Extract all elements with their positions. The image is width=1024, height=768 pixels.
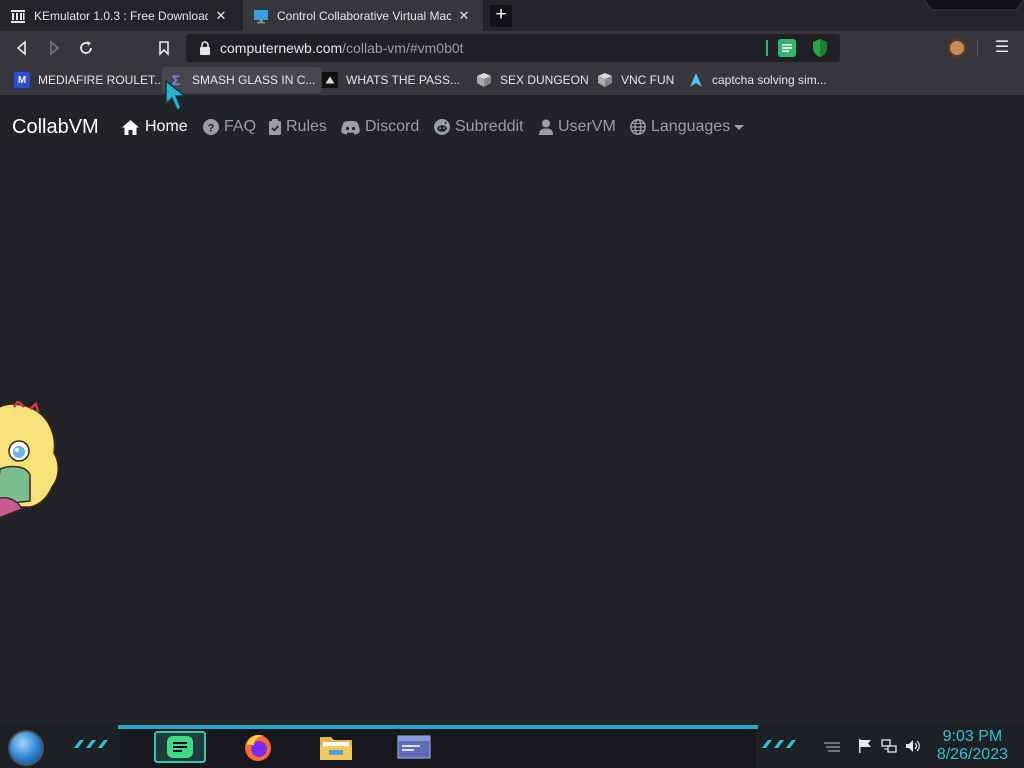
taskbar-clock[interactable]: 9:03 PM 8/26/2023	[937, 728, 1008, 764]
forward-icon[interactable]	[44, 38, 64, 58]
nav-label: UserVM	[558, 118, 616, 135]
cartoon-mascot-image	[0, 401, 59, 519]
close-icon[interactable]: ✕	[214, 8, 228, 24]
page-content: CollabVM Home ? FAQ Rules Discord Subred…	[0, 95, 1024, 725]
clipboard-icon	[269, 119, 281, 135]
bookmarks-bar: M MEDIAFIRE ROULET... Σ SMASH GLASS IN C…	[0, 65, 1024, 95]
mouse-cursor-icon	[165, 80, 188, 112]
screen: KEmulator 1.0.3 : Free Download, B ✕ Con…	[0, 0, 1024, 768]
tab-strip: KEmulator 1.0.3 : Free Download, B ✕ Con…	[0, 0, 1024, 31]
nav-label: Rules	[286, 118, 327, 135]
bookmark-mediafire[interactable]: M MEDIAFIRE ROULET...	[8, 67, 170, 93]
toolbar-separator	[977, 40, 978, 56]
back-icon[interactable]	[12, 38, 32, 58]
nav-label: FAQ	[224, 118, 257, 135]
address-bar[interactable]: computernewb.com/collab-vm/#vm0b0t	[186, 34, 840, 62]
notes-extension-icon[interactable]	[778, 39, 796, 57]
taskbar-firefox-app[interactable]	[232, 731, 284, 763]
archive-org-icon	[11, 9, 25, 23]
chevron-down-icon	[734, 124, 745, 130]
mediafire-icon: M	[14, 72, 30, 88]
volume-icon[interactable]	[905, 738, 921, 754]
tab-collabvm[interactable]: Control Collaborative Virtual Mach ✕	[243, 0, 483, 31]
vnc-icon	[476, 72, 492, 88]
monitor-icon	[254, 9, 268, 23]
taskbar-folder-app[interactable]	[310, 731, 362, 763]
extension-separator	[766, 40, 768, 56]
nav-label: Languages	[651, 118, 731, 135]
site-brand[interactable]: CollabVM	[12, 116, 99, 139]
nav-languages[interactable]: Languages	[630, 118, 745, 136]
nav-label: Subreddit	[455, 118, 524, 135]
bookmark-label: VNC FUN	[621, 73, 675, 87]
firefox-icon	[245, 735, 271, 761]
bookmark-vnc-fun[interactable]: VNC FUN	[591, 67, 680, 93]
nav-label: Discord	[365, 118, 420, 135]
nav-faq[interactable]: ? FAQ	[203, 118, 256, 136]
bookmark-label: SEX DUNGEON	[500, 73, 589, 87]
question-icon: ?	[203, 119, 219, 135]
home-icon	[122, 119, 139, 135]
close-icon[interactable]: ✕	[457, 8, 471, 24]
clock-time: 9:03 PM	[942, 728, 1003, 745]
notes-icon	[167, 736, 193, 758]
bookmark-label: captcha solving sim...	[712, 73, 827, 87]
taskbar-notes-app[interactable]	[154, 731, 206, 763]
nav-uservm[interactable]: UserVM	[539, 118, 616, 136]
menu-icon[interactable]: ☰	[994, 37, 1010, 57]
url-text: computernewb.com/collab-vm/#vm0b0t	[220, 40, 464, 56]
nav-rules[interactable]: Rules	[269, 118, 327, 136]
user-icon	[539, 119, 553, 135]
nav-discord[interactable]: Discord	[341, 118, 419, 136]
nav-home[interactable]: Home	[121, 118, 188, 136]
start-button[interactable]	[8, 730, 44, 766]
window-frame-decoration	[924, 0, 1024, 11]
lock-icon[interactable]	[199, 41, 211, 55]
reload-icon[interactable]	[76, 38, 96, 58]
taskbar: 9:03 PM 8/26/2023	[0, 725, 1024, 768]
profile-avatar[interactable]	[948, 39, 966, 57]
tab-kemulator[interactable]: KEmulator 1.0.3 : Free Download, B ✕	[0, 0, 243, 31]
flag-icon[interactable]	[857, 738, 873, 754]
network-icon[interactable]	[881, 738, 897, 754]
browser-toolbar: computernewb.com/collab-vm/#vm0b0t ☰	[0, 31, 1024, 65]
tray-overflow-icon[interactable]	[822, 741, 842, 755]
site-navbar: CollabVM Home ? FAQ Rules Discord Subred…	[0, 107, 1024, 147]
shield-extension-icon[interactable]	[812, 38, 828, 58]
svg-text:?: ?	[208, 122, 215, 134]
bookmark-label: SMASH GLASS IN C...	[192, 73, 316, 87]
folder-icon	[320, 737, 352, 760]
tab-title: Control Collaborative Virtual Mach	[277, 8, 451, 23]
globe-icon	[630, 119, 646, 135]
url-path: /collab-vm/#vm0b0t	[342, 40, 464, 56]
taskbar-window-app[interactable]	[388, 731, 440, 763]
bookmark-whats-the-pass[interactable]: WHATS THE PASS...	[316, 67, 466, 93]
nav-subreddit[interactable]: Subreddit	[434, 118, 524, 136]
bookmark-label: MEDIAFIRE ROULET...	[38, 73, 165, 87]
arch-icon	[688, 72, 704, 88]
archive-icon	[322, 72, 338, 88]
reddit-icon	[434, 119, 450, 135]
vnc-icon	[597, 72, 613, 88]
decor-chevron-icon	[762, 740, 796, 748]
bookmark-label: WHATS THE PASS...	[346, 73, 461, 87]
window-icon	[397, 735, 431, 759]
bookmark-captcha[interactable]: captcha solving sim...	[682, 67, 833, 93]
decor-chevron-icon	[74, 740, 108, 748]
nav-label: Home	[145, 118, 188, 135]
url-host: computernewb.com	[220, 40, 343, 56]
discord-icon	[341, 120, 360, 134]
bookmark-icon[interactable]	[154, 38, 174, 58]
clock-date: 8/26/2023	[936, 746, 1008, 763]
tab-title: KEmulator 1.0.3 : Free Download, B	[34, 8, 208, 23]
bookmark-sex-dungeon[interactable]: SEX DUNGEON	[470, 67, 595, 93]
new-tab-button[interactable]: +	[490, 5, 512, 27]
